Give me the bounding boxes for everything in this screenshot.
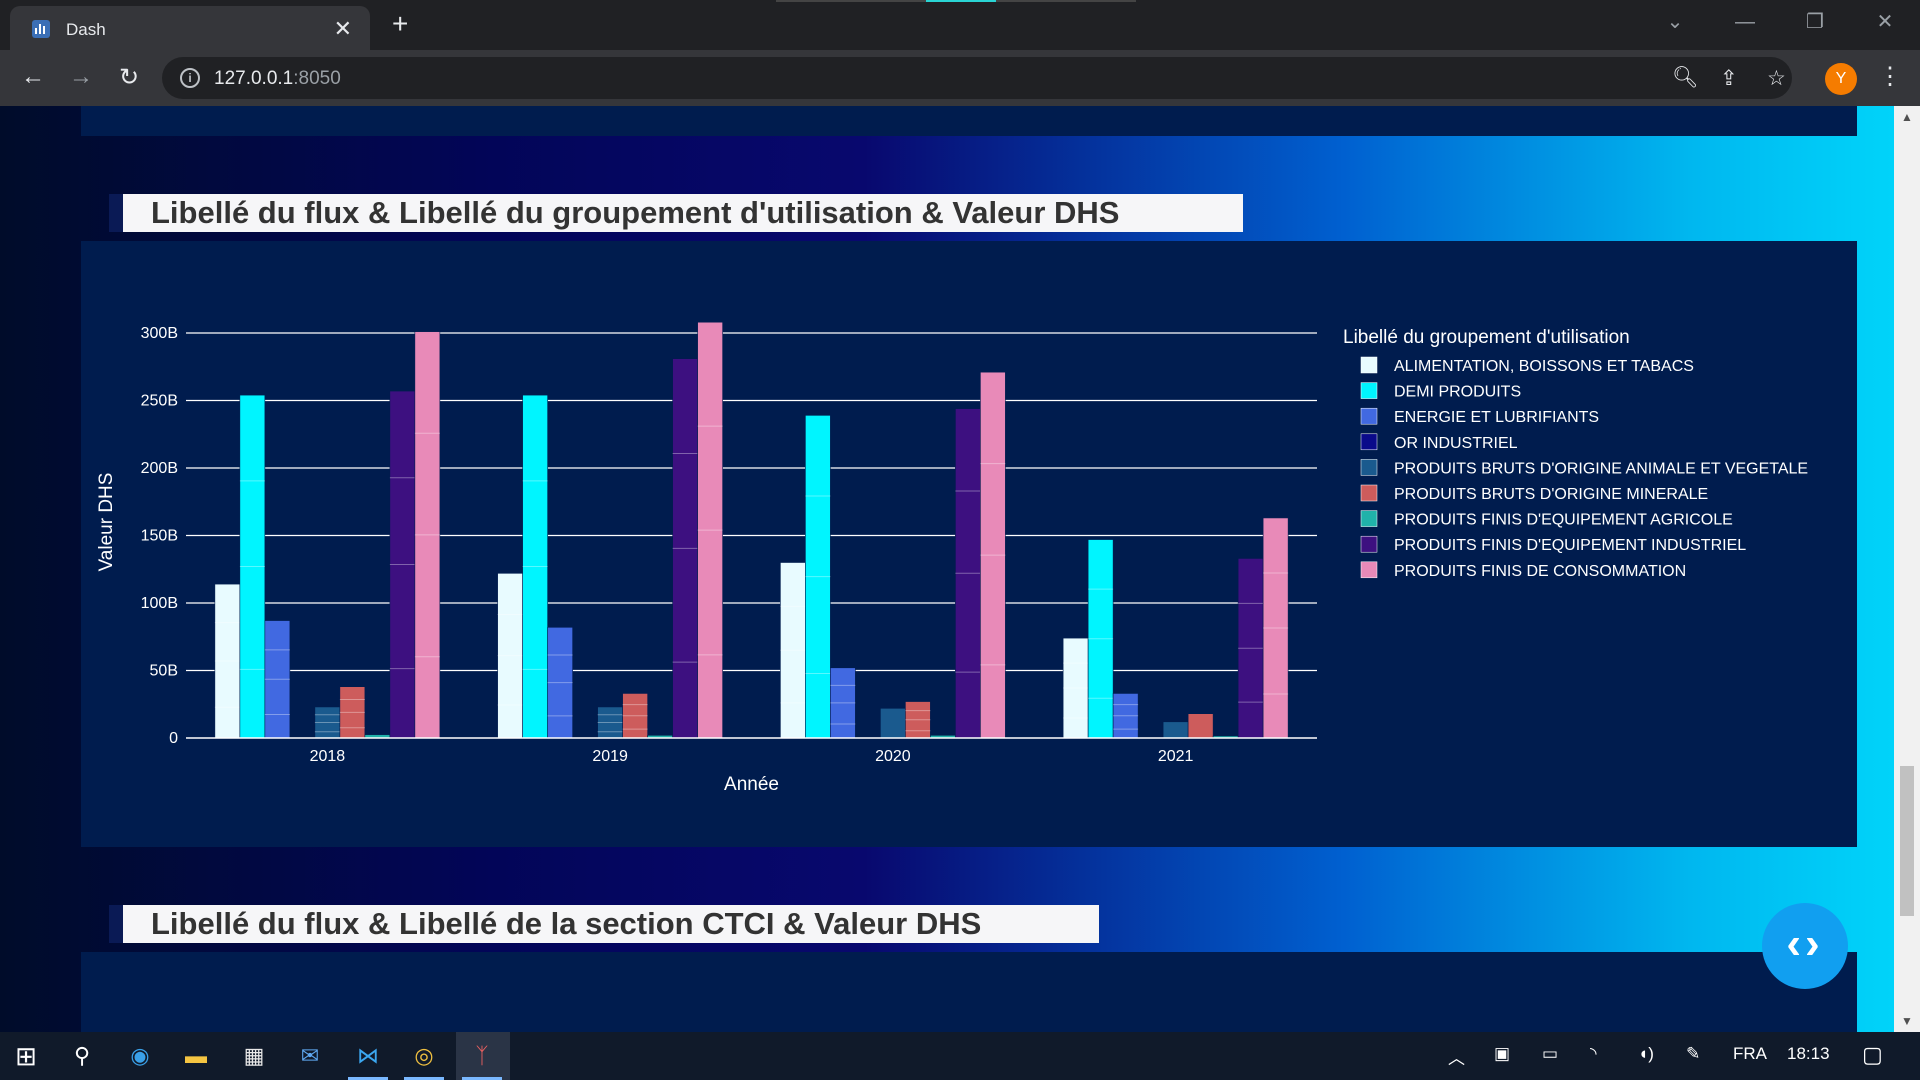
tray-app-icon[interactable]: ▣ bbox=[1494, 1044, 1510, 1064]
scroll-down-arrow-icon[interactable]: ▼ bbox=[1901, 1014, 1913, 1028]
legend-swatch bbox=[1360, 510, 1378, 527]
notifications-icon[interactable]: ▢ bbox=[1862, 1042, 1883, 1068]
tab-search-icon[interactable]: ⌄ bbox=[1640, 0, 1710, 46]
network-icon[interactable]: ◝ bbox=[1590, 1044, 1597, 1064]
y-tick-label: 0 bbox=[169, 730, 178, 747]
windows-start-icon[interactable]: ⊞ bbox=[10, 1040, 42, 1072]
close-window-icon[interactable]: ✕ bbox=[1850, 0, 1920, 46]
vscode-icon[interactable]: ⋈ bbox=[352, 1040, 384, 1072]
profile-avatar[interactable]: Y bbox=[1825, 63, 1857, 95]
tray-chevron-icon[interactable]: ︿ bbox=[1448, 1044, 1465, 1069]
page-scrollbar[interactable]: ▲ ▼ bbox=[1894, 106, 1920, 1032]
x-tick-label: 2021 bbox=[1158, 748, 1194, 765]
y-tick-label: 150B bbox=[141, 528, 178, 545]
scroll-up-arrow-icon[interactable]: ▲ bbox=[1901, 110, 1913, 124]
x-tick-label: 2018 bbox=[310, 748, 346, 765]
chrome-icon[interactable]: ◎ bbox=[408, 1040, 440, 1072]
legend-item-label: PRODUITS FINIS DE CONSOMMATION bbox=[1394, 563, 1686, 580]
pen-icon[interactable]: ✎ bbox=[1686, 1044, 1700, 1064]
legend-swatch bbox=[1360, 433, 1378, 451]
browser-tab[interactable]: Dash ✕ bbox=[10, 6, 370, 50]
site-info-icon[interactable]: i bbox=[180, 68, 200, 88]
url-text: 127.0.0.1:8050 bbox=[214, 68, 341, 89]
legend-swatch bbox=[1360, 382, 1378, 399]
x-tick-label: 2020 bbox=[875, 748, 911, 765]
legend-swatch bbox=[1360, 535, 1378, 553]
legend-item-label: OR INDUSTRIEL bbox=[1394, 435, 1518, 452]
bar bbox=[1162, 721, 1189, 739]
code-toggle-button[interactable]: ‹› bbox=[1762, 903, 1848, 989]
legend-swatch bbox=[1360, 484, 1378, 502]
file-explorer-icon[interactable]: ▬ bbox=[180, 1040, 212, 1072]
bookmark-star-icon[interactable]: ☆ bbox=[1767, 66, 1786, 91]
minimize-icon[interactable]: — bbox=[1710, 0, 1780, 46]
section-title-2: Libellé du flux & Libellé de la section … bbox=[109, 905, 1099, 943]
legend-swatch bbox=[1360, 356, 1378, 374]
legend-item-label: PRODUITS BRUTS D'ORIGINE MINERALE bbox=[1394, 486, 1708, 503]
legend-swatch bbox=[1360, 407, 1378, 425]
zoom-icon[interactable]: 🔍︎ bbox=[1672, 66, 1699, 90]
back-arrow-icon[interactable]: ← bbox=[18, 63, 48, 91]
browser-tab-strip: Dash ✕ + ⌄ — ❐ ✕ bbox=[0, 0, 1920, 50]
legend-title: Libellé du groupement d'utilisation bbox=[1343, 327, 1630, 348]
bar bbox=[1187, 713, 1214, 739]
menu-kebab-icon[interactable]: ⋮ bbox=[1878, 62, 1902, 91]
app-icon[interactable]: ᛉ bbox=[466, 1040, 498, 1072]
tab-title: Dash bbox=[66, 20, 106, 39]
store-icon[interactable]: ▦ bbox=[238, 1040, 270, 1072]
y-axis-title: Valeur DHS bbox=[96, 473, 117, 572]
bar-chart: 0 50B 100B 150B 200B 250B 300B 2018 2019 2020 202… bbox=[96, 321, 1808, 795]
legend-swatch bbox=[1360, 561, 1378, 579]
bar bbox=[880, 707, 906, 739]
y-tick-label: 50B bbox=[150, 663, 178, 680]
volume-icon[interactable]: ◖) bbox=[1638, 1044, 1654, 1064]
reload-icon[interactable]: ↻ bbox=[114, 63, 144, 92]
edge-browser-icon[interactable]: ◉ bbox=[124, 1040, 156, 1072]
top-indicator bbox=[776, 0, 1136, 2]
y-tick-label: 200B bbox=[141, 460, 178, 477]
y-tick-label: 100B bbox=[141, 595, 178, 612]
search-icon[interactable]: ⚲ bbox=[66, 1040, 98, 1072]
y-tick-label: 250B bbox=[141, 393, 178, 410]
scrollbar-thumb[interactable] bbox=[1900, 766, 1914, 916]
browser-toolbar: ← → ↻ i 127.0.0.1:8050 🔍︎ ⇪ ☆ Y ⋮ bbox=[0, 50, 1920, 106]
mail-icon[interactable]: ✉ bbox=[294, 1040, 326, 1072]
x-axis-title: Année bbox=[724, 774, 779, 795]
next-card bbox=[81, 952, 1857, 1032]
windows-taskbar: ⊞ ⚲ ◉ ▬ ▦ ✉ ⋈ ◎ ᛉ ︿ ▣ ▭ ◝ ◖) ✎ FRA 18:13… bbox=[0, 1032, 1920, 1080]
legend-item-label: PRODUITS BRUTS D'ORIGINE ANIMALE ET VEGE… bbox=[1394, 460, 1808, 477]
legend-item-label: ENERGIE ET LUBRIFIANTS bbox=[1394, 409, 1599, 426]
legend: ALIMENTATION, BOISSONS ET TABACS DEMI PRO… bbox=[1360, 356, 1808, 580]
language-indicator[interactable]: FRA bbox=[1733, 1044, 1767, 1064]
previous-card bbox=[81, 106, 1857, 136]
battery-icon[interactable]: ▭ bbox=[1542, 1044, 1558, 1064]
legend-item-label: PRODUITS FINIS D'EQUIPEMENT AGRICOLE bbox=[1394, 512, 1733, 529]
window-controls: ⌄ — ❐ ✕ bbox=[1640, 0, 1920, 46]
share-icon[interactable]: ⇪ bbox=[1720, 66, 1738, 91]
clock[interactable]: 18:13 bbox=[1787, 1044, 1830, 1064]
dash-favicon-icon bbox=[32, 20, 50, 38]
legend-item-label: DEMI PRODUITS bbox=[1394, 384, 1521, 401]
legend-item-label: PRODUITS FINIS D'EQUIPEMENT INDUSTRIEL bbox=[1394, 537, 1746, 554]
legend-item-label: ALIMENTATION, BOISSONS ET TABACS bbox=[1394, 358, 1694, 375]
new-tab-icon[interactable]: + bbox=[392, 8, 408, 40]
restore-icon[interactable]: ❐ bbox=[1780, 0, 1850, 46]
y-tick-label: 300B bbox=[141, 325, 178, 342]
tab-close-icon[interactable]: ✕ bbox=[334, 16, 352, 42]
section-title-1: Libellé du flux & Libellé du groupement … bbox=[109, 194, 1243, 232]
address-bar[interactable]: i 127.0.0.1:8050 🔍︎ ⇪ ☆ bbox=[162, 57, 1792, 99]
x-tick-label: 2019 bbox=[592, 748, 628, 765]
legend-swatch bbox=[1360, 459, 1378, 476]
forward-arrow-icon[interactable]: → bbox=[66, 63, 96, 91]
